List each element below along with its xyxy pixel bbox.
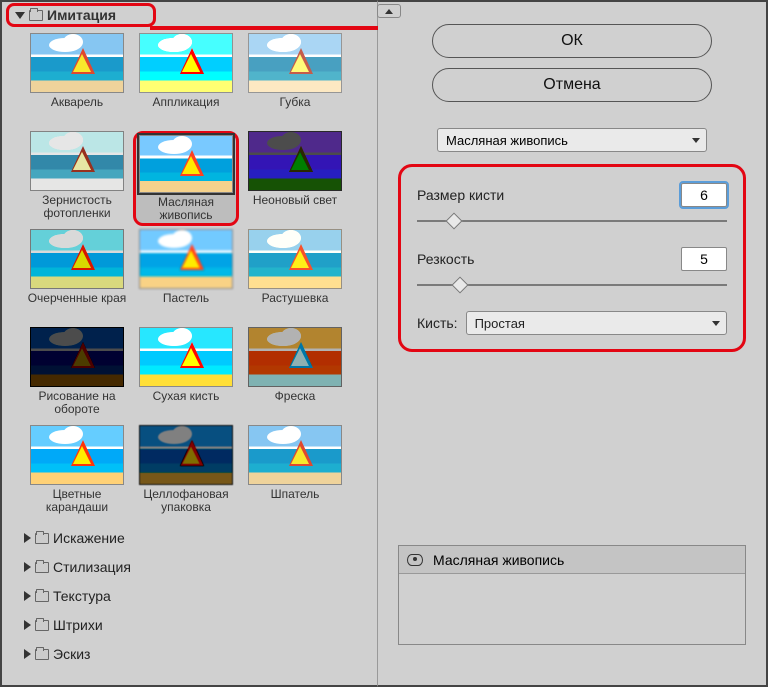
filter-label: Акварель [24,93,130,109]
filter-thumb-colored-pencil[interactable]: Цветные карандаши [24,425,130,520]
filter-thumb-poster-edges[interactable]: Очерченные края [24,229,130,324]
filter-label: Губка [242,93,348,109]
filter-thumb-smudge[interactable]: Растушевка [242,229,348,324]
category-header-sketch[interactable]: Эскиз [18,642,377,666]
chevron-down-icon [15,12,25,19]
category-label: Эскиз [53,646,90,662]
filter-label: Масляная живопись [137,193,235,222]
filter-thumb-film-grain[interactable]: Зернистость фотопленки [24,131,130,226]
filter-thumb-fresco[interactable]: Фреска [242,327,348,422]
visibility-eye-icon[interactable] [407,554,423,566]
category-label: Стилизация [53,559,131,575]
filter-label: Пастель [133,289,239,305]
brush-type-select[interactable]: Простая [466,311,727,335]
filter-thumb-neon-glow[interactable]: Неоновый свет [242,131,348,226]
category-header-stylize[interactable]: Стилизация [18,555,377,579]
filter-label: Целлофановая упаковка [133,485,239,514]
category-header-imitation[interactable]: Имитация [6,3,156,27]
filter-label: Сухая кисть [133,387,239,403]
folder-icon [29,10,43,21]
options-panel: ОК Отмена Масляная живопись Размер кисти… [378,0,768,687]
brush-type-label: Кисть: [417,315,458,331]
filter-thumb-underpainting[interactable]: Рисование на обороте [24,327,130,422]
ok-button-label: ОК [561,32,583,50]
category-header-texture[interactable]: Текстура [18,584,377,608]
folder-icon [35,591,49,602]
expand-options-button[interactable] [377,4,401,18]
filter-thumb-aquarelle[interactable]: Акварель [24,33,130,128]
brush-size-label: Размер кисти [417,187,504,203]
effect-stack-row[interactable]: Масляная живопись [399,546,745,574]
filter-thumb-applique[interactable]: Аппликация [133,33,239,128]
filter-label: Рисование на обороте [24,387,130,416]
folder-icon [35,649,49,660]
cancel-button-label: Отмена [543,76,600,94]
preset-selected-label: Масляная живопись [446,133,568,148]
filter-label: Неоновый свет [242,191,348,207]
cancel-button[interactable]: Отмена [432,68,712,102]
category-label: Текстура [53,588,111,604]
filter-parameters: Размер кисти Резкость Кисть: Простая [398,164,746,352]
sharpness-input[interactable] [681,247,727,271]
filter-label: Растушевка [242,289,348,305]
category-header-strokes[interactable]: Штрихи [18,613,377,637]
ok-button[interactable]: ОК [432,24,712,58]
filter-thumb-palette-knife[interactable]: Шпатель [242,425,348,520]
chevron-down-icon [712,321,720,326]
category-label: Искажение [53,530,125,546]
filter-thumb-pastels[interactable]: Пастель [133,229,239,324]
sharpness-slider[interactable] [417,277,727,293]
filter-label: Цветные карандаши [24,485,130,514]
brush-size-input[interactable] [681,183,727,207]
subcategory-list: Искажение Стилизация Текстура Штрихи Эск… [2,520,377,676]
category-label: Имитация [47,7,116,23]
folder-icon [35,533,49,544]
filter-gallery-panel: Имитация Акварель Аппликация Губка Зерни… [0,0,378,687]
chevron-right-icon [24,562,31,572]
category-header-distort[interactable]: Искажение [18,526,377,550]
filter-thumb-paint-daubs[interactable]: Масляная живопись [133,131,239,226]
folder-icon [35,620,49,631]
effect-stack: Масляная живопись [398,545,746,645]
sharpness-label: Резкость [417,251,474,267]
filter-label: Зернистость фотопленки [24,191,130,220]
filter-label: Очерченные края [24,289,130,305]
chevron-right-icon [24,620,31,630]
filter-label: Фреска [242,387,348,403]
filter-label: Шпатель [242,485,348,501]
filter-preset-select[interactable]: Масляная живопись [437,128,707,152]
effect-stack-item-label: Масляная живопись [433,552,564,568]
chevron-right-icon [24,533,31,543]
chevron-up-icon [385,9,393,14]
filter-thumb-dry-brush[interactable]: Сухая кисть [133,327,239,422]
brush-size-slider[interactable] [417,213,727,229]
chevron-right-icon [24,591,31,601]
brush-type-value: Простая [475,316,525,331]
chevron-down-icon [692,138,700,143]
filter-thumb-plastic-wrap[interactable]: Целлофановая упаковка [133,425,239,520]
category-label: Штрихи [53,617,103,633]
folder-icon [35,562,49,573]
filter-label: Аппликация [133,93,239,109]
chevron-right-icon [24,649,31,659]
filter-thumb-sponge[interactable]: Губка [242,33,348,128]
filter-grid: Акварель Аппликация Губка Зернистость фо… [2,27,377,520]
